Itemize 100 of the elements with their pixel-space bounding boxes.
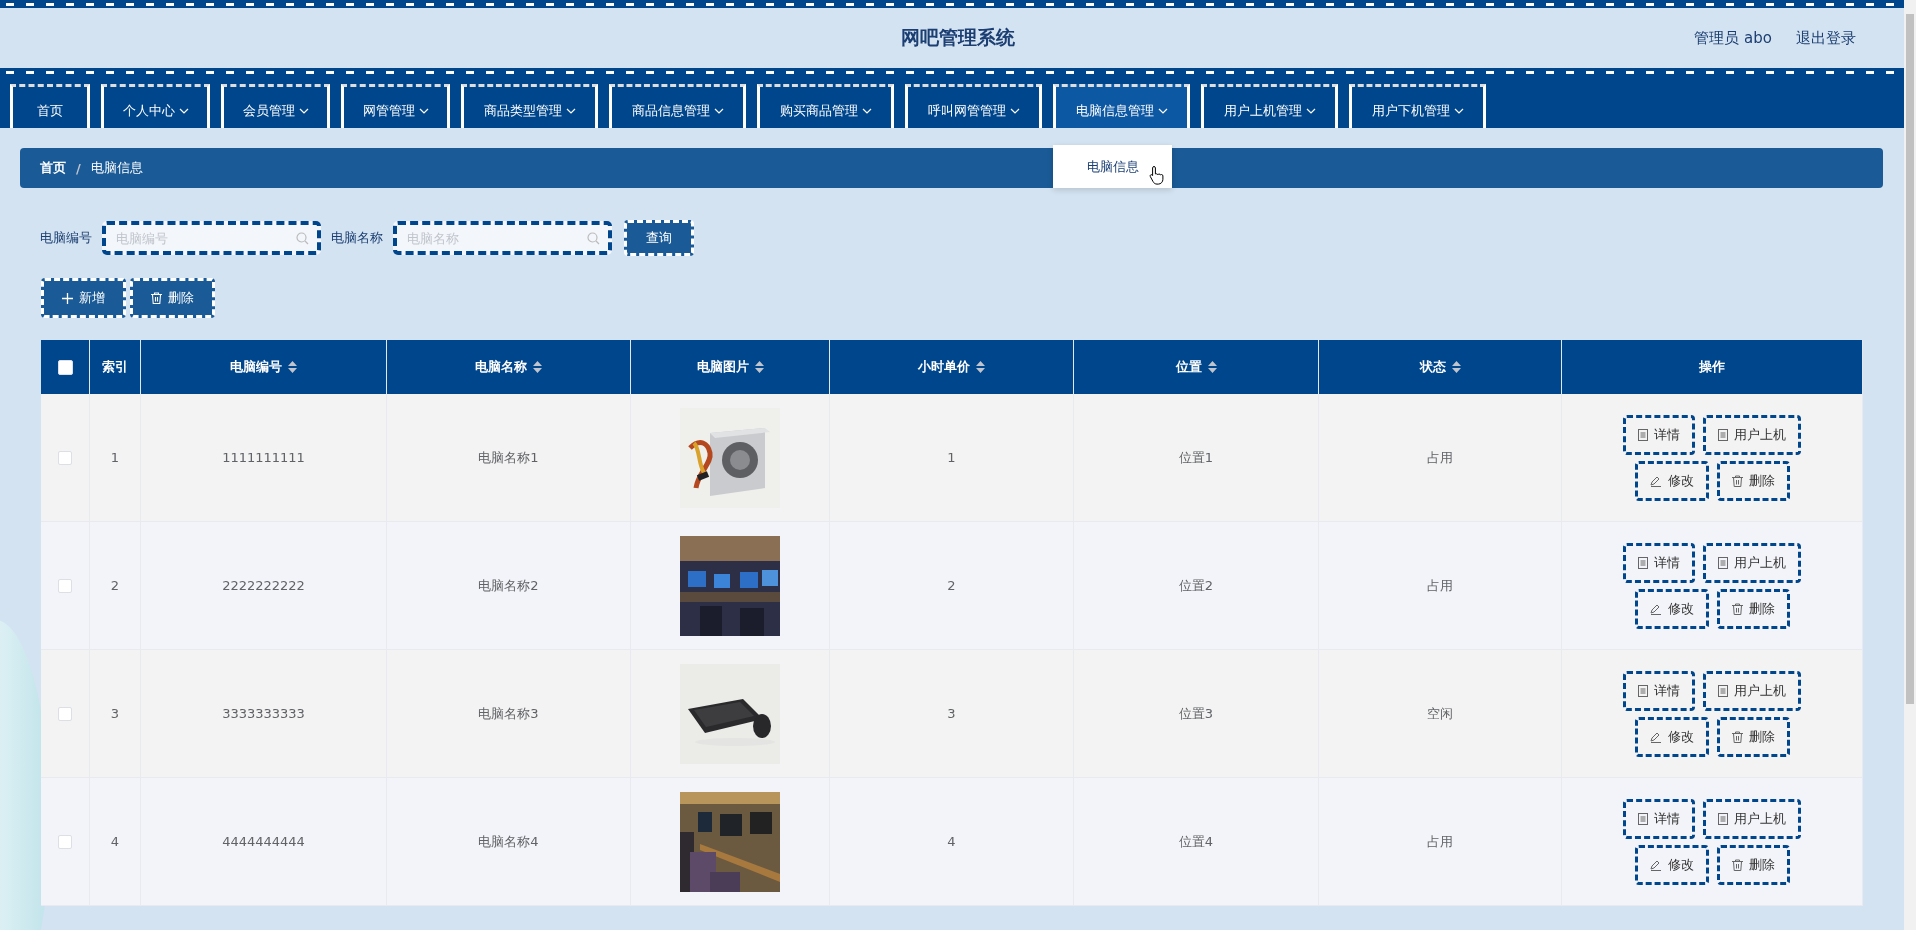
table-cell: 2 (90, 522, 141, 649)
edit-button[interactable]: 修改 (1634, 844, 1709, 885)
query-button[interactable]: 查询 (624, 220, 694, 256)
document-icon (1638, 812, 1648, 825)
detail-button[interactable]: 详情 (1623, 414, 1695, 455)
chevron-icon (1009, 107, 1020, 114)
nav-tab[interactable]: 个人中心 (101, 84, 210, 128)
detail-button[interactable]: 用户上机 (1703, 670, 1801, 711)
select-all-checkbox[interactable] (57, 359, 73, 375)
trash-icon (1731, 730, 1743, 743)
admin-user: 管理员 abo (1694, 28, 1772, 48)
document-icon (1718, 684, 1728, 697)
search-icon (587, 232, 600, 245)
delete-button[interactable]: 删除 (1716, 588, 1790, 629)
chevron-icon (178, 107, 189, 114)
table-cell: 电脑名称1 (387, 394, 631, 521)
nav-tab[interactable]: 网管管理 (341, 84, 450, 128)
table-cell: 占用 (1319, 778, 1562, 905)
trash-icon (1731, 474, 1743, 487)
sort-icon (754, 361, 764, 373)
detail-button[interactable]: 用户上机 (1703, 798, 1801, 839)
dropdown-item[interactable]: 电脑信息 (1086, 157, 1139, 176)
delete-button[interactable]: 删除 (130, 278, 215, 318)
pencil-icon (1649, 858, 1662, 871)
table-cell: 电脑名称3 (387, 650, 631, 777)
chevron-icon (1157, 107, 1168, 114)
detail-button[interactable]: 详情 (1623, 542, 1695, 583)
table-cell: 3 (90, 650, 141, 777)
logout-link[interactable]: 退出登录 (1796, 28, 1856, 48)
sort-icon (1207, 361, 1217, 373)
chevron-icon (1453, 107, 1464, 114)
document-icon (1718, 556, 1728, 569)
table-cell: 空闲 (1319, 650, 1562, 777)
table-cell: 4 (90, 778, 141, 905)
field-label: 电脑编号 (40, 229, 92, 247)
table-cell: 2222222222 (141, 522, 387, 649)
document-icon (1638, 556, 1648, 569)
table-cell: 位置2 (1074, 522, 1319, 649)
table-cell: 1 (830, 394, 1074, 521)
nav-tab[interactable]: 用户下机管理 (1349, 84, 1486, 128)
table-cell: 位置3 (1074, 650, 1319, 777)
trash-icon (1731, 602, 1743, 615)
scrollbar[interactable] (1904, 0, 1916, 930)
row-checkbox[interactable] (58, 834, 72, 849)
nav-tab[interactable]: 呼叫网管管理 (905, 84, 1042, 128)
table-cell: 位置1 (1074, 394, 1319, 521)
row-checkbox[interactable] (58, 450, 72, 465)
table-cell: 2 (830, 522, 1074, 649)
nav-tab[interactable]: 首页 (10, 84, 90, 128)
row-checkbox[interactable] (58, 706, 72, 721)
table-cell: 4444444444 (141, 778, 387, 905)
detail-button[interactable]: 用户上机 (1703, 542, 1801, 583)
trash-icon (151, 292, 162, 304)
nav-tab[interactable]: 商品类型管理 (461, 84, 598, 128)
trash-icon (1731, 858, 1743, 871)
document-icon (1638, 428, 1648, 441)
nav-tab[interactable]: 会员管理 (221, 84, 330, 128)
document-icon (1718, 428, 1728, 441)
delete-button[interactable]: 删除 (1716, 460, 1790, 501)
table-cell: 电脑名称2 (387, 522, 631, 649)
hand-cursor-icon (1149, 165, 1165, 185)
chevron-icon (861, 107, 872, 114)
table-cell: 3 (830, 650, 1074, 777)
table-cell: 电脑名称4 (387, 778, 631, 905)
table-cell: 位置4 (1074, 778, 1319, 905)
sort-icon (533, 361, 542, 373)
sort-icon (1451, 361, 1461, 373)
plus-icon (62, 292, 73, 304)
detail-button[interactable]: 详情 (1623, 670, 1695, 711)
nav-tab[interactable]: 用户上机管理 (1201, 84, 1338, 128)
sort-icon (288, 361, 297, 373)
table-cell: 4 (830, 778, 1074, 905)
detail-button[interactable]: 用户上机 (1703, 414, 1801, 455)
document-icon (1638, 684, 1648, 697)
delete-button[interactable]: 删除 (1716, 716, 1790, 757)
sort-icon (976, 361, 985, 373)
chevron-icon (418, 107, 429, 114)
nav-tab[interactable]: 购买商品管理 (757, 84, 894, 128)
nav-tab[interactable]: 商品信息管理 (609, 84, 746, 128)
delete-button[interactable]: 删除 (1716, 844, 1790, 885)
pencil-icon (1649, 730, 1662, 743)
edit-button[interactable]: 修改 (1634, 588, 1709, 629)
search-icon (296, 232, 309, 245)
add-button[interactable]: 新增 (41, 278, 126, 318)
table-cell: 1 (90, 394, 141, 521)
chevron-icon (1305, 107, 1316, 114)
pencil-icon (1649, 602, 1662, 615)
chevron-icon (713, 107, 724, 114)
field-label: 电脑名称 (331, 229, 383, 247)
edit-button[interactable]: 修改 (1634, 460, 1709, 501)
site-title: 网吧管理系统 (901, 25, 1015, 50)
edit-button[interactable]: 修改 (1634, 716, 1709, 757)
breadcrumb-item[interactable]: 首页 (40, 159, 66, 177)
table-cell: 占用 (1319, 394, 1562, 521)
breadcrumb-item: 电脑信息 (90, 159, 143, 177)
row-checkbox[interactable] (58, 578, 72, 593)
pencil-icon (1649, 474, 1662, 487)
detail-button[interactable]: 详情 (1623, 798, 1695, 839)
chevron-icon (298, 107, 309, 114)
table-cell: 3333333333 (141, 650, 387, 777)
